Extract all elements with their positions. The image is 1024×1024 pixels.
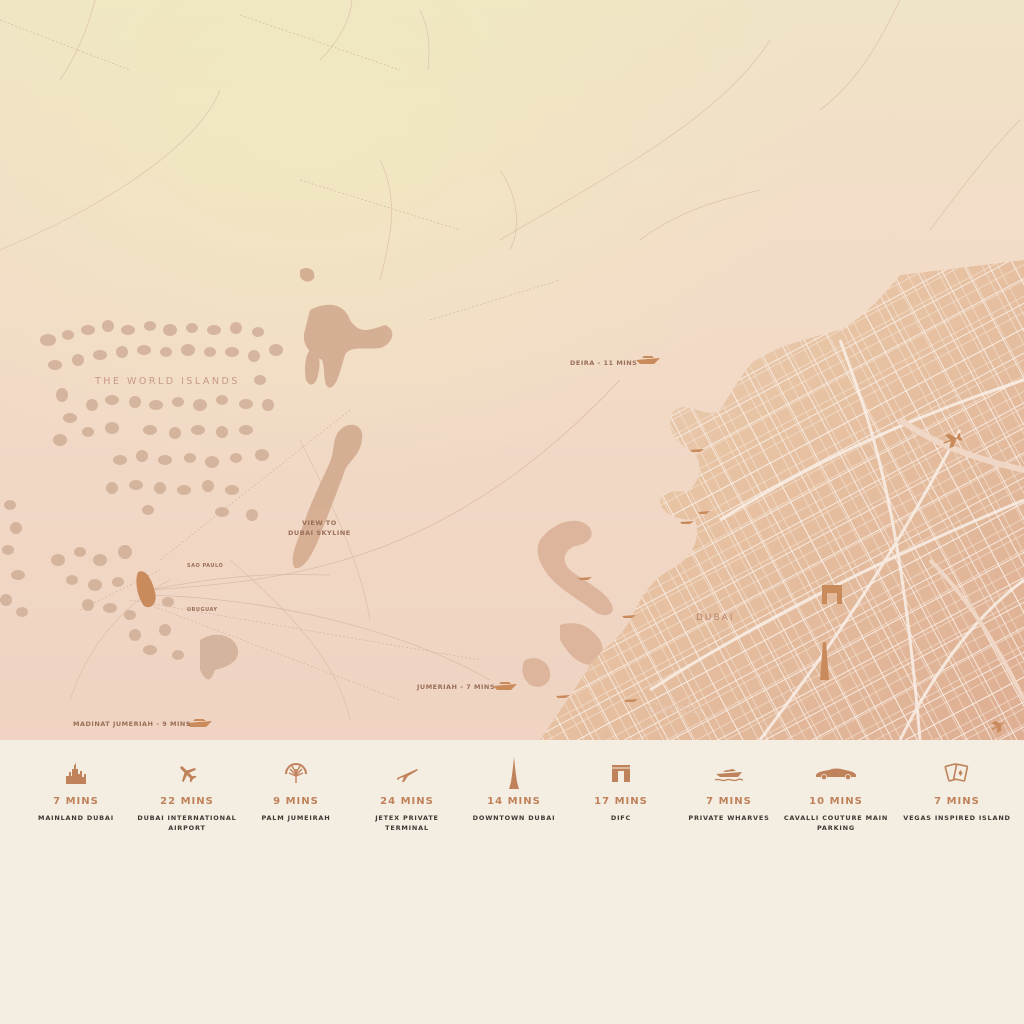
travel-time: 7 MINS <box>934 796 980 807</box>
destination-label: DUBAI INTERNATIONAL AIRPORT <box>137 814 237 832</box>
travel-time: 17 MINS <box>594 796 648 807</box>
legend-item-difc: 17 MINS DIFC <box>566 758 676 823</box>
cards-icon <box>902 758 1012 788</box>
legend-item-jetex: 24 MINS JETEX PRIVATE TERMINAL <box>352 758 462 833</box>
destination-label: JETEX PRIVATE TERMINAL <box>375 814 439 832</box>
sao-paulo-label: SAO PAULO <box>187 563 224 569</box>
skyline-icon <box>21 758 131 788</box>
destination-label: DIFC <box>610 814 632 822</box>
car-icon <box>781 758 891 788</box>
legend-item-wharves: 7 MINS PRIVATE WHARVES <box>674 758 784 823</box>
destination-label: CAVALLI COUTURE MAIN PARKING <box>783 814 889 832</box>
destination-label: VEGAS INSPIRED ISLAND <box>903 814 1011 822</box>
dubai-skyline-text: DUBAI SKYLINE <box>288 529 351 537</box>
gate-icon <box>566 758 676 788</box>
map-area: THE WORLD ISLANDS DEIRA - 11 MINS VIEW T… <box>0 0 1024 740</box>
view-to-text: VIEW TO <box>301 519 337 527</box>
tower-icon <box>459 757 569 789</box>
legend-item-palm: 9 MINS PALM JUMEIRAH <box>241 758 351 823</box>
travel-time: 7 MINS <box>53 796 99 807</box>
world-islands-label: THE WORLD ISLANDS <box>95 376 240 387</box>
skyline-view-label: VIEW TO DUBAI SKYLINE <box>288 518 351 538</box>
uruguay-label: URUGUAY <box>187 607 218 613</box>
destination-label: DOWNTOWN DUBAI <box>472 814 556 822</box>
jumeirah-label: JUMERIAH - 7 MINS <box>417 683 496 691</box>
travel-times-legend: 7 MINS MAINLAND DUBAI 22 MINS DUBAI INTE… <box>0 740 1024 1024</box>
airplane-icon <box>132 758 242 788</box>
travel-time: 24 MINS <box>380 796 434 807</box>
palm-icon <box>241 758 351 788</box>
destination-label: PALM JUMEIRAH <box>261 814 331 822</box>
travel-time: 14 MINS <box>487 796 541 807</box>
travel-time: 9 MINS <box>273 796 319 807</box>
travel-time: 22 MINS <box>160 796 214 807</box>
madinat-label: MADINAT JUMERIAH - 9 MINS <box>73 720 191 728</box>
legend-item-parking: 10 MINS CAVALLI COUTURE MAIN PARKING <box>781 758 891 833</box>
yacht-icon <box>674 758 784 788</box>
legend-item-island: 7 MINS VEGAS INSPIRED ISLAND <box>902 758 1012 823</box>
destination-label: MAINLAND DUBAI <box>38 814 114 822</box>
map-graphic <box>0 0 1024 740</box>
deira-label: DEIRA - 11 MINS <box>570 359 638 367</box>
travel-time: 7 MINS <box>706 796 752 807</box>
dubai-label: DUBAI <box>696 613 735 623</box>
legend-item-downtown: 14 MINS DOWNTOWN DUBAI <box>459 757 569 823</box>
legend-item-mainland: 7 MINS MAINLAND DUBAI <box>21 758 131 823</box>
destination-label: PRIVATE WHARVES <box>688 814 770 822</box>
cavalli-logo: Cavalli <box>648 701 704 717</box>
travel-time: 10 MINS <box>809 796 863 807</box>
legend-item-airport: 22 MINS DUBAI INTERNATIONAL AIRPORT <box>132 758 242 833</box>
jet-icon <box>352 758 462 788</box>
